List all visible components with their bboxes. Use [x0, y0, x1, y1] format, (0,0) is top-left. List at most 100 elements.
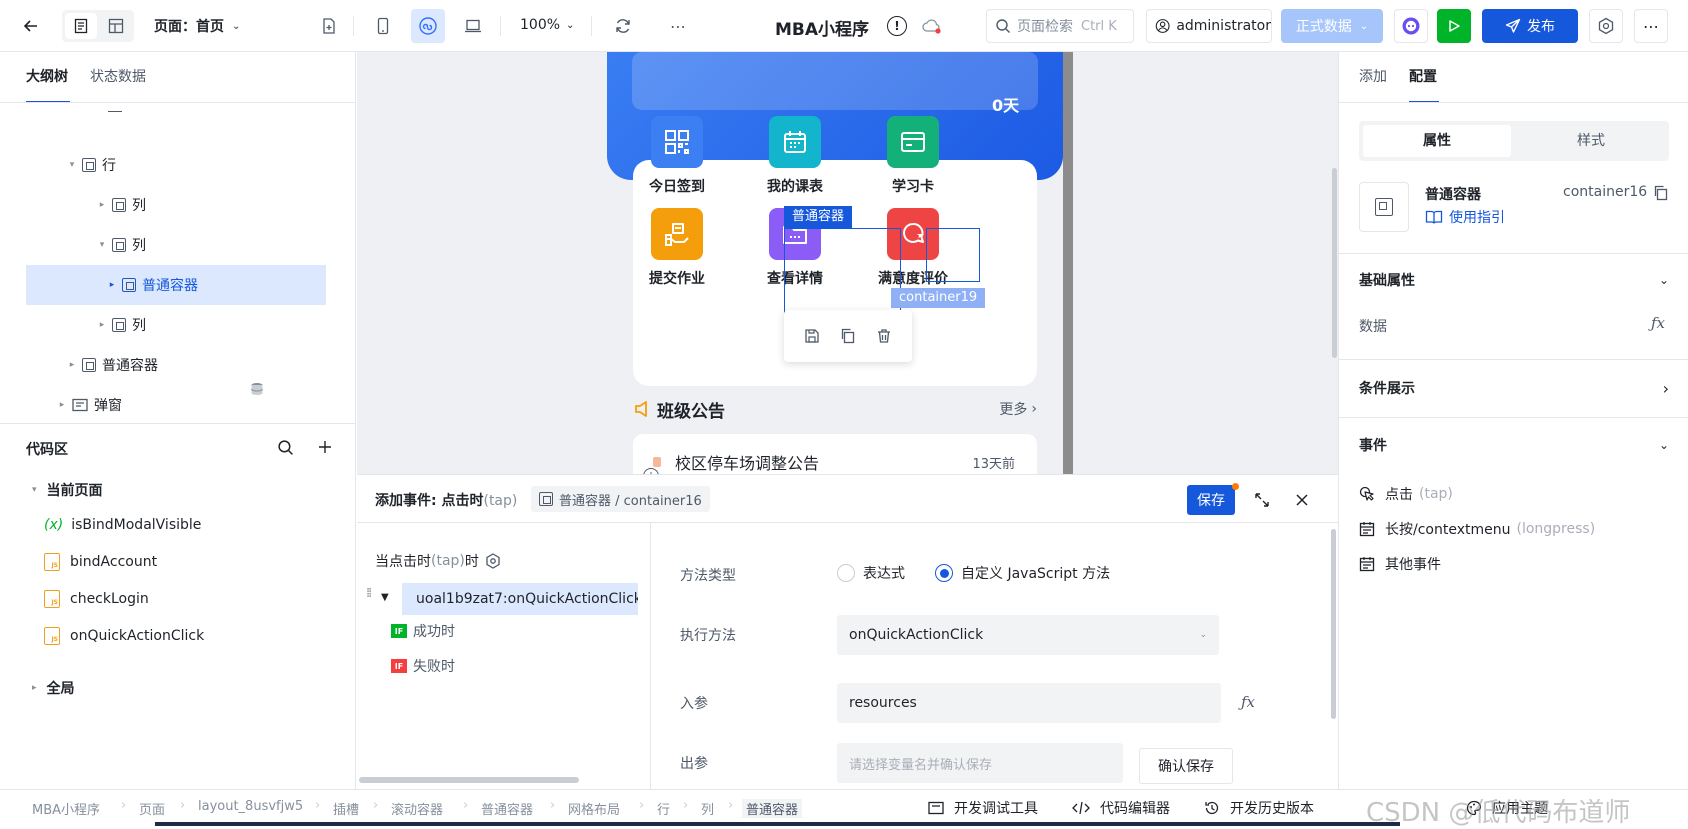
- fx-icon[interactable]: ƒx: [1241, 693, 1255, 711]
- selected-container[interactable]: [784, 228, 901, 317]
- code-item[interactable]: (x) isBindModalVisible: [44, 507, 201, 543]
- code-current-page[interactable]: ▾ 当前页面: [32, 480, 103, 500]
- qrcode-icon[interactable]: [651, 116, 703, 168]
- code-global[interactable]: ▸ 全局: [32, 678, 75, 698]
- tab-state-data[interactable]: 状态数据: [90, 66, 146, 86]
- seg-attr[interactable]: 属性: [1363, 125, 1511, 157]
- status-tool-button[interactable]: 开发调试工具: [928, 798, 1038, 818]
- caret-down-icon[interactable]: ▾: [96, 240, 108, 250]
- caret-right-icon[interactable]: ▸: [96, 320, 108, 330]
- event-action-item[interactable]: uoal1b9zat7:onQuickActionClick: [402, 583, 638, 615]
- code-item[interactable]: JS checkLogin: [44, 581, 149, 617]
- breadcrumb-item[interactable]: 普通容器: [481, 799, 533, 818]
- copy-icon[interactable]: [840, 328, 856, 344]
- cond-display-header[interactable]: 条件展示 ›: [1359, 378, 1669, 398]
- settings-icon[interactable]: [485, 553, 501, 569]
- pc-view-button[interactable]: [460, 13, 486, 39]
- code-add-button[interactable]: [314, 436, 336, 458]
- tree-node[interactable]: ▸ 列: [26, 305, 326, 345]
- copy-id-icon[interactable]: [1653, 185, 1669, 201]
- new-page-button[interactable]: [316, 13, 342, 39]
- breadcrumb-item[interactable]: layout_8usvfjw5: [198, 799, 303, 814]
- code-item[interactable]: JS onQuickActionClick: [44, 618, 204, 654]
- hand-upload-icon[interactable]: [651, 208, 703, 260]
- back-button[interactable]: [18, 13, 44, 39]
- caret-down-icon[interactable]: ▾: [66, 160, 78, 170]
- preview-button[interactable]: [1437, 9, 1471, 43]
- calendar-icon[interactable]: [769, 116, 821, 168]
- guide-link[interactable]: 使用指引: [1425, 207, 1505, 227]
- basic-props-header[interactable]: 基础属性 ⌄: [1359, 270, 1669, 290]
- confirm-save-button[interactable]: 确认保存: [1139, 748, 1233, 784]
- tree-node[interactable]: ▸ 普通容器: [26, 265, 326, 305]
- tree-node[interactable]: ▸ 列: [26, 185, 326, 225]
- param-input[interactable]: resources: [837, 683, 1221, 723]
- mobile-view-button[interactable]: [370, 13, 396, 39]
- code-search-button[interactable]: [274, 436, 296, 458]
- event-item[interactable]: 其他事件: [1359, 554, 1447, 574]
- page-view-button[interactable]: [65, 13, 97, 39]
- breadcrumb-item[interactable]: MBA小程序: [32, 799, 100, 818]
- database-icon[interactable]: [250, 382, 264, 396]
- notice-item[interactable]: 校区停车场调整公告 13天前: [633, 434, 1037, 474]
- user-menu[interactable]: administrator: [1146, 9, 1272, 43]
- cloud-sync-icon[interactable]: [920, 15, 944, 37]
- tree-node[interactable]: ▾ 列: [26, 225, 326, 265]
- more-button[interactable]: ⋯: [665, 13, 691, 39]
- tree-node[interactable]: ▸ 普通容器: [26, 345, 326, 385]
- notice-more[interactable]: 更多 ›: [999, 399, 1037, 419]
- page-selector[interactable]: 页面：首页 ⌄: [154, 16, 240, 36]
- breadcrumb-item[interactable]: 行: [657, 799, 670, 818]
- radio-expression[interactable]: 表达式: [837, 563, 905, 583]
- exec-method-select[interactable]: onQuickActionClick ⌄: [837, 615, 1219, 655]
- card-icon[interactable]: [887, 116, 939, 168]
- events-header[interactable]: 事件 ⌄: [1359, 435, 1669, 455]
- caret-right-icon[interactable]: ▸: [56, 400, 68, 410]
- fail-branch[interactable]: IF 失败时: [391, 656, 455, 676]
- tab-outline[interactable]: 大纲树: [26, 66, 68, 86]
- refresh-button[interactable]: [610, 13, 636, 39]
- overflow-menu-button[interactable]: ⋯: [1634, 9, 1668, 43]
- v-scrollbar[interactable]: [1332, 168, 1337, 358]
- code-item[interactable]: JS bindAccount: [44, 544, 157, 580]
- tree-node[interactable]: ▾ 行: [26, 145, 326, 185]
- zoom-selector[interactable]: 100% ⌄: [520, 17, 574, 33]
- event-item[interactable]: 点击 (tap): [1359, 484, 1453, 504]
- drag-handle-icon[interactable]: ⁞⁞: [366, 587, 372, 600]
- breadcrumb-item[interactable]: 插槽: [333, 799, 359, 818]
- expand-button[interactable]: [1251, 489, 1273, 511]
- caret-down-icon[interactable]: ▼: [381, 592, 389, 603]
- h-scrollbar[interactable]: [359, 777, 579, 783]
- publish-button[interactable]: 发布: [1482, 9, 1578, 43]
- breadcrumb-item[interactable]: 普通容器: [742, 799, 803, 818]
- tab-config[interactable]: 配置: [1409, 66, 1437, 86]
- seg-style[interactable]: 样式: [1517, 125, 1665, 157]
- output-input[interactable]: 请选择变量名并确认保存: [837, 743, 1123, 783]
- status-tool-button[interactable]: 代码编辑器: [1072, 798, 1170, 818]
- status-tool-button[interactable]: 开发历史版本: [1204, 798, 1314, 818]
- success-branch[interactable]: IF 成功时: [391, 621, 455, 641]
- breadcrumb-item[interactable]: 列: [701, 799, 714, 818]
- ai-assistant-button[interactable]: [1394, 9, 1428, 43]
- close-button[interactable]: [1291, 489, 1313, 511]
- v-scrollbar[interactable]: [1331, 529, 1336, 719]
- env-selector[interactable]: 正式数据 ⌄: [1281, 9, 1383, 43]
- tree-node[interactable]: ▸ 弹窗: [26, 385, 326, 425]
- caret-right-icon[interactable]: ▸: [96, 200, 108, 210]
- caret-right-icon[interactable]: ▸: [106, 280, 118, 290]
- fx-icon[interactable]: ƒx: [1651, 314, 1665, 332]
- tab-add[interactable]: 添加: [1359, 66, 1387, 86]
- breadcrumb-item[interactable]: 页面: [139, 799, 165, 818]
- breadcrumb-item[interactable]: 滚动容器: [391, 799, 443, 818]
- settings-button[interactable]: [1589, 9, 1623, 43]
- event-item[interactable]: 长按/contextmenu (longpress): [1359, 519, 1595, 539]
- layout-view-button[interactable]: [100, 13, 132, 39]
- caret-right-icon[interactable]: ▸: [66, 360, 78, 370]
- breadcrumb-item[interactable]: 网格布局: [568, 799, 620, 818]
- radio-custom-js[interactable]: 自定义 JavaScript 方法: [935, 563, 1110, 583]
- info-icon[interactable]: !: [887, 16, 907, 36]
- miniprogram-view-button[interactable]: [411, 9, 445, 43]
- event-save-button[interactable]: 保存: [1187, 485, 1235, 515]
- search-box[interactable]: 页面检索 Ctrl K: [986, 9, 1134, 43]
- save-icon[interactable]: [804, 328, 820, 344]
